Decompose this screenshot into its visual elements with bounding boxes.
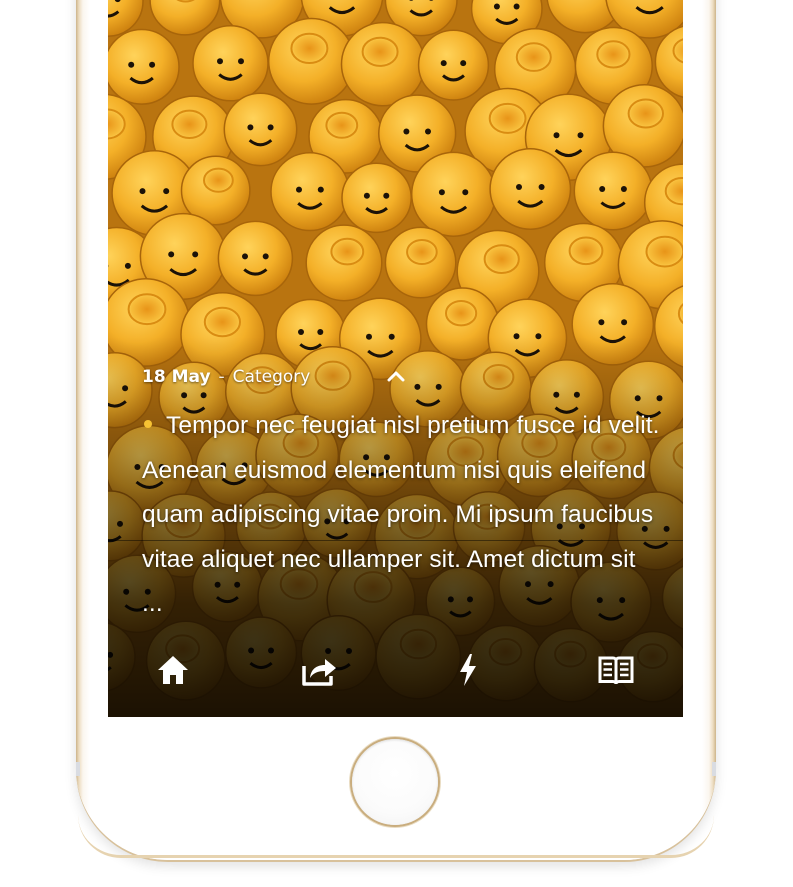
toy-eye	[128, 61, 135, 68]
toy-eye	[598, 319, 605, 326]
toy-head-stud	[596, 40, 631, 69]
toy-head	[223, 92, 298, 167]
home-icon	[158, 656, 188, 684]
post-category[interactable]: Category	[233, 367, 311, 387]
toy-eye	[425, 128, 431, 135]
meta-separator: -	[218, 367, 225, 387]
toy-eye	[317, 186, 324, 193]
toy-head-stud	[627, 98, 664, 129]
toy-eye	[493, 3, 500, 10]
post-date: 18 May	[142, 367, 211, 387]
antenna-band-right	[712, 762, 716, 776]
toy-eye	[553, 132, 560, 139]
toy-eye	[298, 329, 304, 335]
post-excerpt-text: Tempor nec feugiat nisl pretium fusce id…	[142, 412, 660, 617]
toy-eye	[247, 124, 254, 131]
tab-flash[interactable]	[448, 650, 488, 690]
toy-head	[489, 148, 572, 230]
toy-head	[341, 162, 412, 234]
bottom-tab-bar	[108, 640, 683, 700]
toy-head-stud	[127, 293, 167, 326]
toy-head-stud	[483, 244, 520, 275]
toy-head-stud	[203, 167, 234, 193]
toy-eye	[217, 58, 223, 65]
toy-head-stud	[568, 236, 604, 266]
toy-head-stud	[361, 36, 399, 67]
lightning-icon	[460, 654, 476, 686]
toy-head	[410, 151, 497, 237]
toy-eye	[262, 253, 269, 260]
toy-eye	[513, 3, 520, 10]
toy-eye	[192, 251, 199, 258]
toy-eye	[621, 319, 628, 326]
toy-eye	[440, 60, 447, 67]
toy-eye	[242, 253, 248, 260]
toy-eye	[403, 128, 410, 135]
home-button[interactable]	[352, 739, 438, 825]
chevron-up-icon[interactable]	[385, 366, 407, 386]
share-icon	[302, 659, 336, 686]
toy-eye	[460, 60, 467, 67]
post-meta: 18 May - Category	[142, 366, 310, 388]
toy-eye	[163, 188, 170, 195]
book-icon	[598, 656, 634, 685]
toy-eye	[149, 61, 156, 68]
toy-eye	[296, 186, 302, 193]
post-excerpt[interactable]: Tempor nec feugiat nisl pretium fusce id…	[142, 404, 662, 627]
tab-reader[interactable]	[596, 650, 636, 690]
toy-head	[192, 25, 269, 102]
toy-eye	[599, 186, 606, 192]
bullet-dot	[144, 419, 152, 428]
toy-head-stud	[488, 102, 527, 134]
mockup-stage: 18 May - Category Tempor nec feugiat nis…	[0, 0, 793, 887]
toy-head-stud	[515, 42, 552, 72]
toy-head-stud	[290, 32, 329, 65]
toy-head	[108, 28, 180, 105]
toy-eye	[238, 58, 244, 65]
toy-head-stud	[171, 109, 208, 140]
toy-eye	[516, 184, 522, 190]
phone-screen: 18 May - Category Tempor nec feugiat nis…	[108, 0, 683, 717]
toy-head-stud	[330, 237, 365, 266]
toy-eye	[363, 192, 370, 199]
toy-head	[573, 151, 653, 231]
toy-eye	[139, 188, 146, 195]
tab-home[interactable]	[153, 650, 193, 690]
toy-eye	[620, 186, 627, 192]
toy-eye	[124, 262, 131, 269]
toy-head	[270, 151, 350, 232]
toy-head-stud	[645, 235, 683, 268]
toy-eye	[462, 189, 469, 196]
toy-eye	[577, 132, 584, 139]
toy-head-stud	[203, 306, 242, 338]
toy-eye	[383, 192, 390, 199]
toy-eye	[438, 189, 445, 196]
toy-head-stud	[406, 239, 438, 265]
tab-share[interactable]	[300, 650, 340, 690]
toy-eye	[168, 251, 175, 258]
toy-head-stud	[445, 300, 478, 327]
toy-eye	[267, 124, 274, 131]
toy-eye	[317, 329, 324, 335]
toy-head	[417, 29, 490, 101]
toy-head	[217, 220, 294, 297]
toy-eye	[538, 184, 545, 190]
antenna-band-left	[76, 762, 80, 776]
toy-head-stud	[325, 111, 359, 139]
